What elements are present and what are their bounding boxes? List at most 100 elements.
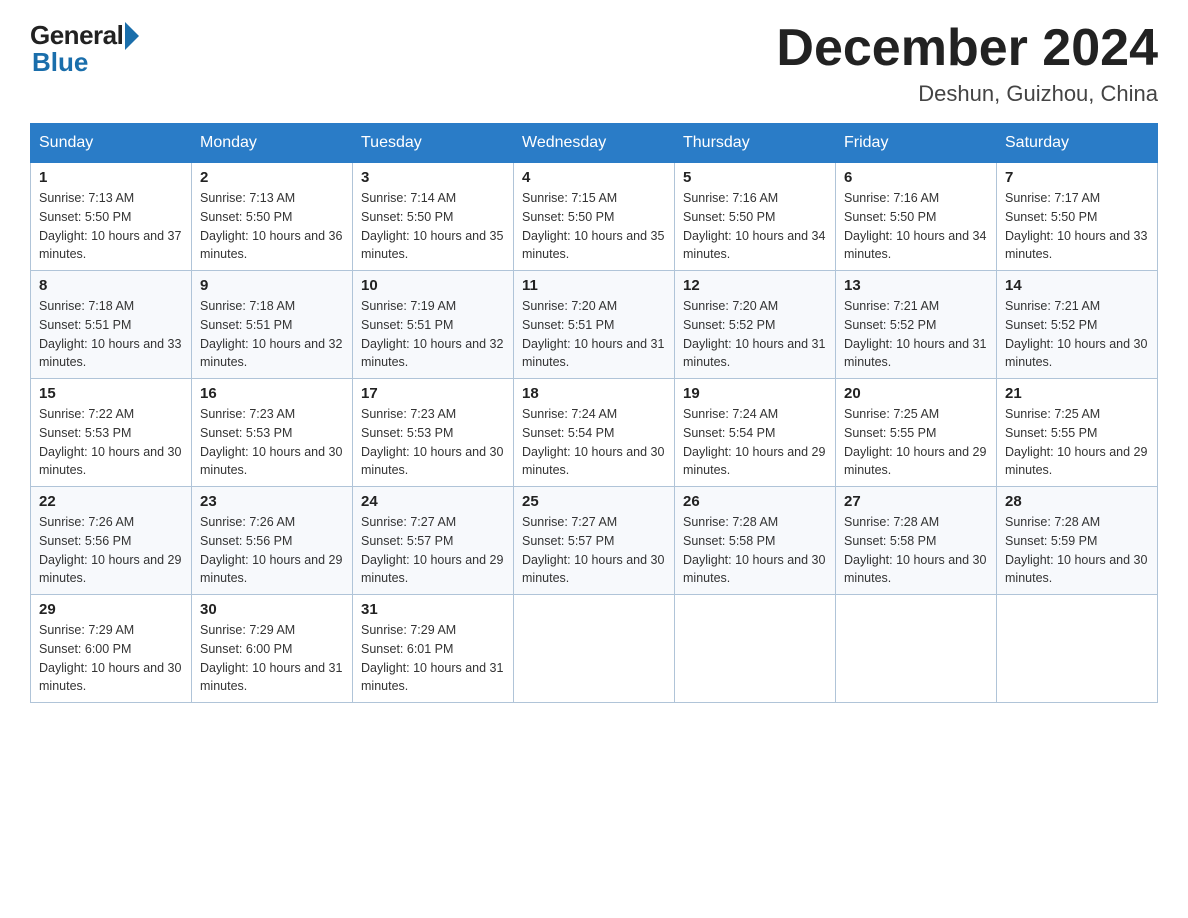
- day-number: 24: [361, 493, 505, 510]
- day-number: 27: [844, 493, 988, 510]
- day-info: Sunrise: 7:21 AMSunset: 5:52 PMDaylight:…: [1005, 297, 1149, 372]
- header-tuesday: Tuesday: [353, 124, 514, 163]
- day-info: Sunrise: 7:18 AMSunset: 5:51 PMDaylight:…: [200, 297, 344, 372]
- day-info: Sunrise: 7:18 AMSunset: 5:51 PMDaylight:…: [39, 297, 183, 372]
- page-header: General Blue December 2024 Deshun, Guizh…: [30, 20, 1158, 107]
- day-number: 18: [522, 385, 666, 402]
- header-friday: Friday: [836, 124, 997, 163]
- header-wednesday: Wednesday: [514, 124, 675, 163]
- day-number: 1: [39, 169, 183, 186]
- calendar-cell: 20Sunrise: 7:25 AMSunset: 5:55 PMDayligh…: [836, 379, 997, 487]
- calendar-cell: 23Sunrise: 7:26 AMSunset: 5:56 PMDayligh…: [192, 487, 353, 595]
- calendar-cell: 8Sunrise: 7:18 AMSunset: 5:51 PMDaylight…: [31, 271, 192, 379]
- header-saturday: Saturday: [997, 124, 1158, 163]
- day-number: 5: [683, 169, 827, 186]
- day-number: 6: [844, 169, 988, 186]
- day-info: Sunrise: 7:16 AMSunset: 5:50 PMDaylight:…: [844, 189, 988, 264]
- calendar-cell: [675, 595, 836, 703]
- day-info: Sunrise: 7:20 AMSunset: 5:51 PMDaylight:…: [522, 297, 666, 372]
- header-monday: Monday: [192, 124, 353, 163]
- calendar-week-row: 1 Sunrise: 7:13 AMSunset: 5:50 PMDaylight…: [31, 163, 1158, 271]
- calendar-cell: 30 Sunrise: 7:29 AMSunset: 6:00 PMDayligh…: [192, 595, 353, 703]
- calendar-cell: 18Sunrise: 7:24 AMSunset: 5:54 PMDayligh…: [514, 379, 675, 487]
- header-thursday: Thursday: [675, 124, 836, 163]
- location-subtitle: Deshun, Guizhou, China: [776, 81, 1158, 107]
- day-number: 16: [200, 385, 344, 402]
- day-number: 28: [1005, 493, 1149, 510]
- title-block: December 2024 Deshun, Guizhou, China: [776, 20, 1158, 107]
- day-number: 7: [1005, 169, 1149, 186]
- day-number: 14: [1005, 277, 1149, 294]
- day-number: 2: [200, 169, 344, 186]
- day-number: 30: [200, 601, 344, 618]
- calendar-cell: 1 Sunrise: 7:13 AMSunset: 5:50 PMDaylight…: [31, 163, 192, 271]
- calendar-week-row: 15 Sunrise: 7:22 AMSunset: 5:53 PMDayligh…: [31, 379, 1158, 487]
- calendar-cell: 25Sunrise: 7:27 AMSunset: 5:57 PMDayligh…: [514, 487, 675, 595]
- day-number: 19: [683, 385, 827, 402]
- calendar-cell: 6 Sunrise: 7:16 AMSunset: 5:50 PMDaylight…: [836, 163, 997, 271]
- day-info: Sunrise: 7:17 AMSunset: 5:50 PMDaylight:…: [1005, 189, 1149, 264]
- logo-triangle-icon: [125, 22, 139, 50]
- calendar-week-row: 8Sunrise: 7:18 AMSunset: 5:51 PMDaylight…: [31, 271, 1158, 379]
- day-info: Sunrise: 7:29 AMSunset: 6:01 PMDaylight:…: [361, 621, 505, 696]
- calendar-cell: 21 Sunrise: 7:25 AMSunset: 5:55 PMDayligh…: [997, 379, 1158, 487]
- day-info: Sunrise: 7:15 AMSunset: 5:50 PMDaylight:…: [522, 189, 666, 264]
- day-number: 9: [200, 277, 344, 294]
- day-info: Sunrise: 7:14 AMSunset: 5:50 PMDaylight:…: [361, 189, 505, 264]
- day-number: 26: [683, 493, 827, 510]
- day-number: 21: [1005, 385, 1149, 402]
- calendar-cell: 4 Sunrise: 7:15 AMSunset: 5:50 PMDaylight…: [514, 163, 675, 271]
- calendar-cell: 31 Sunrise: 7:29 AMSunset: 6:01 PMDayligh…: [353, 595, 514, 703]
- day-info: Sunrise: 7:16 AMSunset: 5:50 PMDaylight:…: [683, 189, 827, 264]
- calendar-cell: 16 Sunrise: 7:23 AMSunset: 5:53 PMDayligh…: [192, 379, 353, 487]
- day-number: 31: [361, 601, 505, 618]
- day-number: 10: [361, 277, 505, 294]
- day-number: 17: [361, 385, 505, 402]
- calendar-cell: [514, 595, 675, 703]
- day-info: Sunrise: 7:21 AMSunset: 5:52 PMDaylight:…: [844, 297, 988, 372]
- day-info: Sunrise: 7:24 AMSunset: 5:54 PMDaylight:…: [683, 405, 827, 480]
- calendar-cell: 9 Sunrise: 7:18 AMSunset: 5:51 PMDaylight…: [192, 271, 353, 379]
- day-info: Sunrise: 7:27 AMSunset: 5:57 PMDaylight:…: [361, 513, 505, 588]
- calendar-cell: 29Sunrise: 7:29 AMSunset: 6:00 PMDayligh…: [31, 595, 192, 703]
- day-number: 29: [39, 601, 183, 618]
- calendar-cell: 7 Sunrise: 7:17 AMSunset: 5:50 PMDaylight…: [997, 163, 1158, 271]
- calendar-week-row: 29 Sunrise: 7:29 AMSunset: 6:00 PMDayligh…: [31, 595, 1158, 703]
- calendar-cell: 24 Sunrise: 7:27 AMSunset: 5:57 PMDayligh…: [353, 487, 514, 595]
- day-number: 11: [522, 277, 666, 294]
- day-info: Sunrise: 7:28 AMSunset: 5:59 PMDaylight:…: [1005, 513, 1149, 588]
- day-number: 15: [39, 385, 183, 402]
- calendar-cell: 5 Sunrise: 7:16 AMSunset: 5:50 PMDaylight…: [675, 163, 836, 271]
- day-info: Sunrise: 7:29 AMSunset: 6:00 PMDaylight:…: [200, 621, 344, 696]
- day-info: Sunrise: 7:25 AMSunset: 5:55 PMDaylight:…: [1005, 405, 1149, 480]
- calendar-week-row: 22 Sunrise: 7:26 AMSunset: 5:56 PMDayligh…: [31, 487, 1158, 595]
- logo: General Blue: [30, 20, 139, 78]
- day-info: Sunrise: 7:23 AMSunset: 5:53 PMDaylight:…: [361, 405, 505, 480]
- day-info: Sunrise: 7:26 AMSunset: 5:56 PMDaylight:…: [200, 513, 344, 588]
- calendar-cell: 3 Sunrise: 7:14 AMSunset: 5:50 PMDaylight…: [353, 163, 514, 271]
- calendar-cell: 17 Sunrise: 7:23 AMSunset: 5:53 PMDayligh…: [353, 379, 514, 487]
- day-number: 13: [844, 277, 988, 294]
- calendar-cell: 10Sunrise: 7:19 AMSunset: 5:51 PMDayligh…: [353, 271, 514, 379]
- month-title: December 2024: [776, 20, 1158, 77]
- day-number: 3: [361, 169, 505, 186]
- day-number: 4: [522, 169, 666, 186]
- calendar-cell: [836, 595, 997, 703]
- calendar-cell: 15 Sunrise: 7:22 AMSunset: 5:53 PMDayligh…: [31, 379, 192, 487]
- day-info: Sunrise: 7:22 AMSunset: 5:53 PMDaylight:…: [39, 405, 183, 480]
- day-info: Sunrise: 7:13 AMSunset: 5:50 PMDaylight:…: [39, 189, 183, 264]
- day-info: Sunrise: 7:23 AMSunset: 5:53 PMDaylight:…: [200, 405, 344, 480]
- day-info: Sunrise: 7:26 AMSunset: 5:56 PMDaylight:…: [39, 513, 183, 588]
- calendar-cell: 2Sunrise: 7:13 AMSunset: 5:50 PMDaylight…: [192, 163, 353, 271]
- day-number: 22: [39, 493, 183, 510]
- calendar-cell: 19 Sunrise: 7:24 AMSunset: 5:54 PMDayligh…: [675, 379, 836, 487]
- day-info: Sunrise: 7:20 AMSunset: 5:52 PMDaylight:…: [683, 297, 827, 372]
- calendar-cell: 14 Sunrise: 7:21 AMSunset: 5:52 PMDayligh…: [997, 271, 1158, 379]
- calendar-cell: 27 Sunrise: 7:28 AMSunset: 5:58 PMDayligh…: [836, 487, 997, 595]
- calendar-cell: 26 Sunrise: 7:28 AMSunset: 5:58 PMDayligh…: [675, 487, 836, 595]
- day-info: Sunrise: 7:28 AMSunset: 5:58 PMDaylight:…: [683, 513, 827, 588]
- calendar-cell: 13 Sunrise: 7:21 AMSunset: 5:52 PMDayligh…: [836, 271, 997, 379]
- day-info: Sunrise: 7:28 AMSunset: 5:58 PMDaylight:…: [844, 513, 988, 588]
- day-number: 25: [522, 493, 666, 510]
- calendar-cell: 11 Sunrise: 7:20 AMSunset: 5:51 PMDayligh…: [514, 271, 675, 379]
